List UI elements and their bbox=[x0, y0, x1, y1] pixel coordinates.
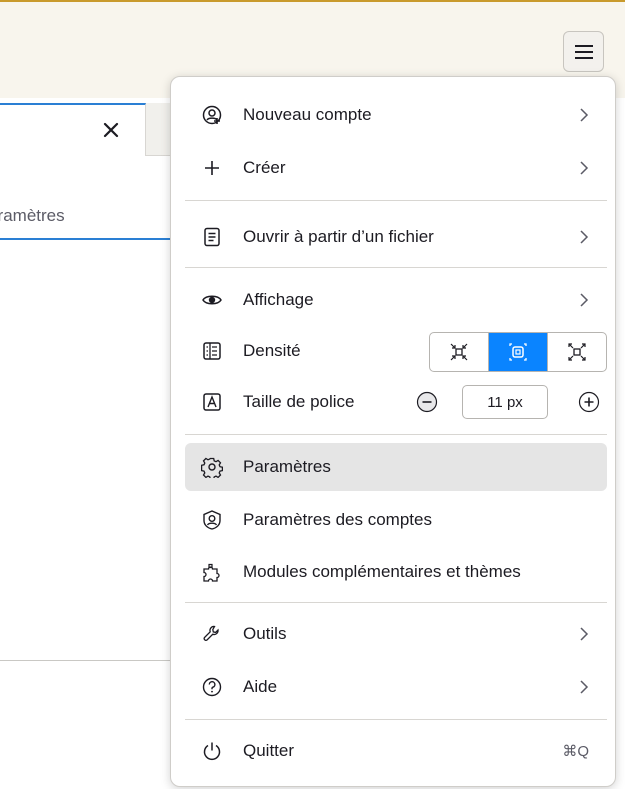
menu-item-label: Paramètres des comptes bbox=[243, 510, 432, 529]
density-normal-icon bbox=[509, 343, 527, 361]
wrench-icon bbox=[200, 622, 224, 646]
menu-item-label: Densité bbox=[243, 341, 301, 360]
close-icon[interactable] bbox=[100, 119, 122, 141]
menu-separator bbox=[185, 434, 607, 435]
eye-icon bbox=[200, 288, 224, 312]
menu-item-view[interactable]: Affichage bbox=[185, 276, 607, 324]
increase-font-size-button[interactable] bbox=[578, 391, 600, 413]
settings-search-field[interactable] bbox=[0, 194, 170, 240]
menu-item-label: Paramètres bbox=[243, 457, 331, 476]
menu-item-label: Taille de police bbox=[243, 392, 355, 411]
menu-separator bbox=[185, 267, 607, 268]
menu-item-quit[interactable]: Quitter ⌘Q bbox=[185, 727, 607, 775]
menu-item-label: Modules complémentaires et thèmes bbox=[243, 562, 521, 581]
account-settings-icon bbox=[200, 508, 224, 532]
menu-item-open-file[interactable]: Ouvrir à partir d’un fichier bbox=[185, 213, 607, 261]
puzzle-icon bbox=[200, 560, 224, 584]
menu-item-label: Nouveau compte bbox=[243, 105, 372, 124]
density-icon bbox=[200, 339, 224, 363]
menu-item-label: Ouvrir à partir d’un fichier bbox=[243, 227, 434, 246]
new-account-icon bbox=[200, 103, 224, 127]
chevron-right-icon bbox=[580, 293, 589, 307]
app-menu-button[interactable] bbox=[563, 31, 604, 72]
chevron-right-icon bbox=[580, 680, 589, 694]
menu-item-label: Créer bbox=[243, 158, 286, 177]
chevron-right-icon bbox=[580, 230, 589, 244]
menu-separator bbox=[185, 719, 607, 720]
menu-item-label: Aide bbox=[243, 677, 278, 696]
chevron-right-icon bbox=[580, 627, 589, 641]
chevron-right-icon bbox=[580, 161, 589, 175]
app-menu-panel: Nouveau compte Créer Ouvrir à partir d’u… bbox=[170, 76, 616, 787]
power-icon bbox=[200, 739, 224, 763]
density-relaxed-icon bbox=[568, 343, 586, 361]
app-window: Nouveau compte Créer Ouvrir à partir d’u… bbox=[0, 0, 625, 789]
density-compact-button[interactable] bbox=[430, 333, 489, 371]
gear-icon bbox=[200, 455, 224, 479]
menu-item-new-account[interactable]: Nouveau compte bbox=[185, 91, 607, 139]
menu-item-font-size: Taille de police 11 px bbox=[185, 378, 607, 426]
density-relaxed-button[interactable] bbox=[548, 333, 606, 371]
help-icon bbox=[200, 675, 224, 699]
chevron-right-icon bbox=[580, 108, 589, 122]
plus-icon bbox=[200, 156, 224, 180]
menu-item-label: Quitter bbox=[243, 741, 295, 760]
menu-separator bbox=[185, 602, 607, 603]
menu-item-label: Affichage bbox=[243, 290, 314, 309]
menu-item-help[interactable]: Aide bbox=[185, 663, 607, 711]
font-size-icon bbox=[200, 390, 224, 414]
keyboard-shortcut: ⌘Q bbox=[562, 743, 589, 760]
menu-item-label: Outils bbox=[243, 624, 287, 643]
file-icon bbox=[200, 225, 224, 249]
density-selector bbox=[429, 332, 607, 372]
tab-settings[interactable] bbox=[0, 103, 146, 156]
menu-item-addons[interactable]: Modules complémentaires et thèmes bbox=[185, 548, 607, 596]
menu-separator bbox=[185, 200, 607, 201]
density-compact-icon bbox=[450, 343, 468, 361]
density-normal-button[interactable] bbox=[489, 333, 548, 371]
hamburger-icon bbox=[574, 44, 593, 59]
menu-item-settings[interactable]: Paramètres bbox=[185, 443, 607, 491]
menu-item-tools[interactable]: Outils bbox=[185, 610, 607, 658]
menu-item-account-settings[interactable]: Paramètres des comptes bbox=[185, 496, 607, 544]
menu-item-create[interactable]: Créer bbox=[185, 144, 607, 192]
decrease-font-size-button[interactable] bbox=[416, 391, 438, 413]
search-input[interactable] bbox=[0, 196, 170, 236]
font-size-value[interactable]: 11 px bbox=[462, 385, 548, 419]
menu-item-density: Densité bbox=[185, 327, 607, 375]
divider bbox=[0, 660, 176, 661]
